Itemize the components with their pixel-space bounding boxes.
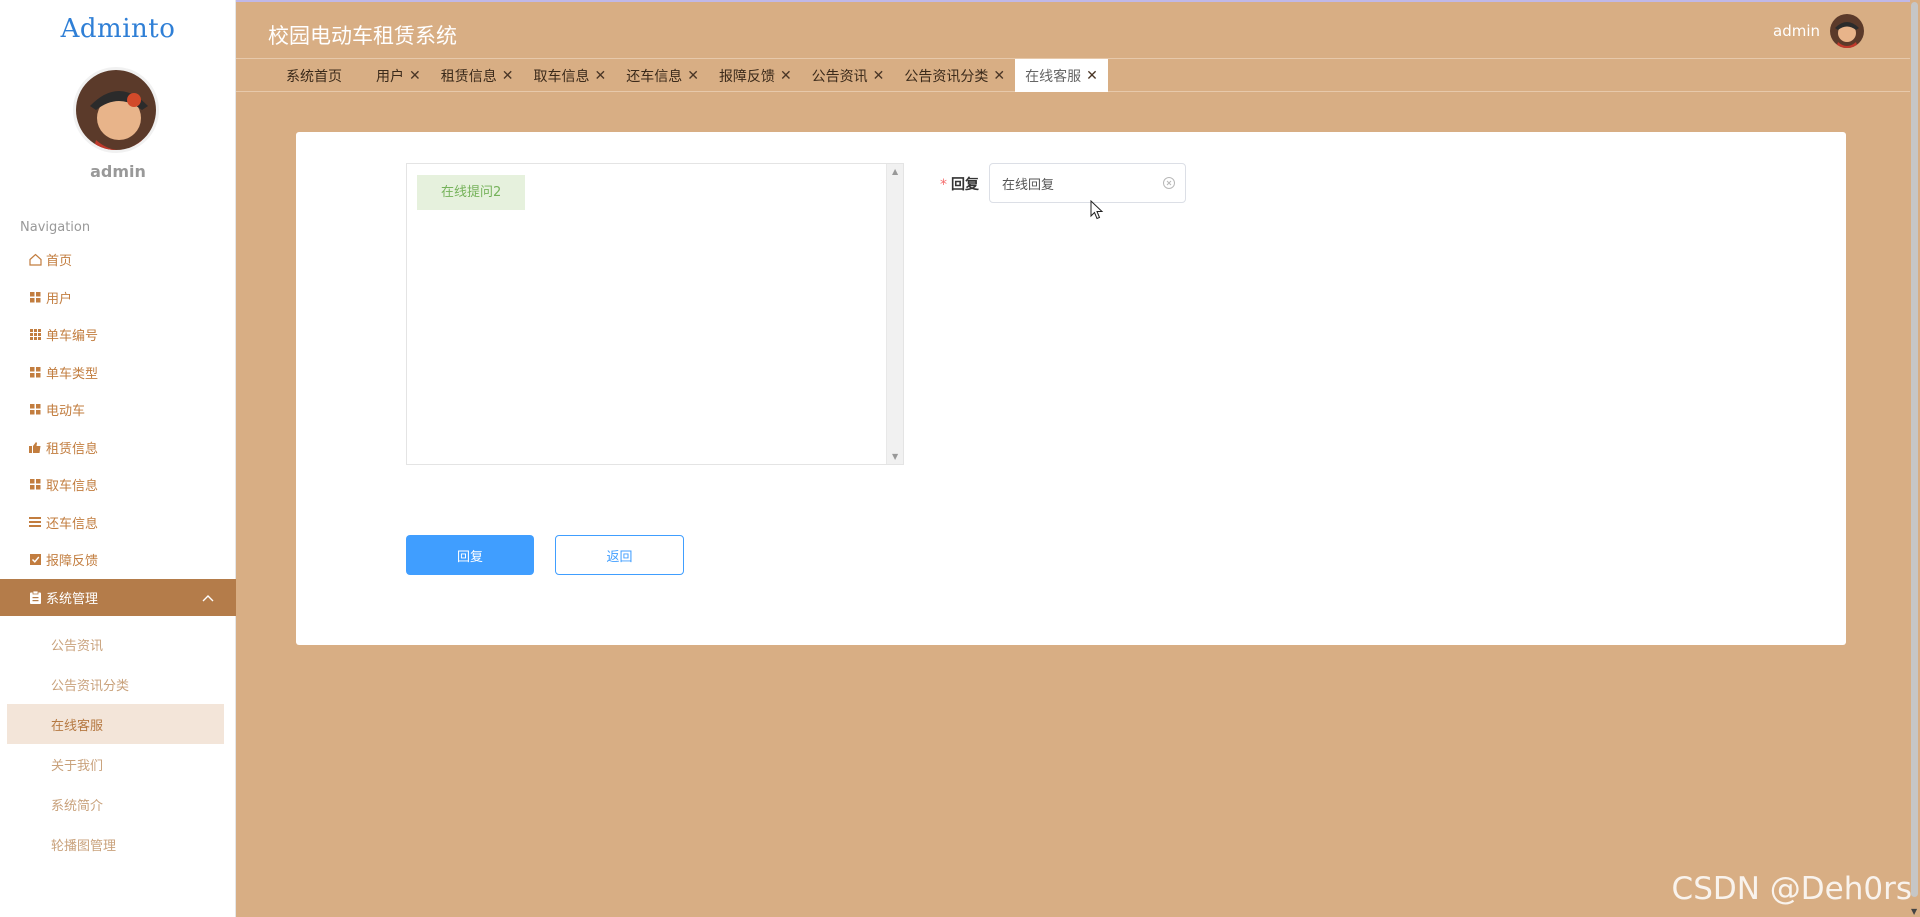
- tab-label: 还车信息: [626, 68, 683, 85]
- sidebar-item-label: 报障反馈: [46, 554, 99, 570]
- reply-form-card: 在线提问2 ▲ ▼ *回复 回复 返回: [296, 132, 1846, 645]
- tab-bar: 系统首页 用户 ✕ 租赁信息 ✕ 取车信息 ✕ 还车信息 ✕ 报障反馈 ✕ 公告资讯 ✕ 公…: [236, 58, 1910, 92]
- chat-message: 在线提问2: [417, 175, 526, 210]
- tab-fault-report[interactable]: 报障反馈 ✕: [709, 59, 802, 92]
- sidebar-item-label: 单车类型: [46, 366, 99, 382]
- grid-icon: [28, 290, 42, 304]
- page-title: 校园电动车租赁系统: [268, 24, 457, 48]
- mouse-cursor-icon: [1090, 199, 1104, 222]
- sidebar-username: admin: [90, 162, 146, 181]
- user-menu[interactable]: admin: [1773, 14, 1864, 48]
- tab-announcements[interactable]: 公告资讯 ✕: [802, 59, 895, 92]
- tab-label: 公告资讯: [811, 68, 868, 85]
- tab-announcement-categories[interactable]: 公告资讯分类 ✕: [894, 59, 1015, 92]
- tab-label: 系统首页: [286, 68, 342, 85]
- sidebar-item-label: 取车信息: [46, 479, 99, 495]
- reply-button[interactable]: 回复: [406, 535, 534, 575]
- tab-label: 取车信息: [533, 68, 590, 85]
- sidebar: Adminto admin Navigation 首页 用户 单车编号 单车类型: [0, 0, 236, 917]
- avatar[interactable]: [73, 67, 159, 153]
- sidebar-subitem-about-us[interactable]: 关于我们: [0, 744, 236, 784]
- close-icon[interactable]: ✕: [687, 68, 699, 84]
- reply-input[interactable]: [989, 163, 1186, 203]
- close-icon[interactable]: ✕: [993, 68, 1005, 84]
- sidebar-item-users[interactable]: 用户: [0, 279, 236, 317]
- close-icon[interactable]: ✕: [780, 68, 792, 84]
- grid-icon: [28, 478, 42, 492]
- sidebar-item-bike-number[interactable]: 单车编号: [0, 316, 236, 354]
- list-icon: [28, 515, 42, 529]
- home-icon: [28, 253, 42, 267]
- sidebar-item-label: 电动车: [46, 404, 86, 420]
- scrollbar-thumb[interactable]: [1911, 2, 1918, 897]
- grid9-icon: [28, 328, 42, 342]
- sidebar-item-label: 租赁信息: [46, 441, 99, 457]
- sidebar-item-pickup-info[interactable]: 取车信息: [0, 466, 236, 504]
- sidebar-item-home[interactable]: 首页: [0, 241, 236, 279]
- close-icon[interactable]: ✕: [873, 68, 885, 84]
- tab-home[interactable]: 系统首页: [266, 59, 366, 92]
- grid-icon: [28, 365, 42, 379]
- thumbs-up-icon: [28, 440, 42, 454]
- scroll-down-icon[interactable]: ▼: [892, 452, 898, 461]
- page-scrollbar[interactable]: ▼: [1910, 0, 1920, 917]
- tab-label: 用户: [376, 68, 404, 85]
- scroll-down-icon[interactable]: ▼: [1911, 907, 1917, 916]
- sidebar-item-label: 首页: [46, 254, 73, 270]
- sidebar-subitem-announcements[interactable]: 公告资讯: [0, 624, 236, 664]
- chevron-up-icon[interactable]: [202, 591, 214, 606]
- sidebar-subitem-online-service[interactable]: 在线客服: [7, 704, 224, 744]
- tab-rental-info[interactable]: 租赁信息 ✕: [431, 59, 524, 92]
- sidebar-item-e-bike[interactable]: 电动车: [0, 391, 236, 429]
- sidebar-subitem-system-intro[interactable]: 系统简介: [0, 784, 236, 824]
- sidebar-subitem-carousel-management[interactable]: 轮播图管理: [0, 824, 236, 864]
- close-icon[interactable]: ✕: [1086, 68, 1098, 84]
- sidebar-item-label: 还车信息: [46, 516, 99, 532]
- back-button[interactable]: 返回: [555, 535, 684, 575]
- sidebar-item-label: 用户: [46, 291, 73, 307]
- grid-icon: [28, 403, 42, 417]
- app-logo[interactable]: Adminto: [0, 14, 236, 44]
- check-square-icon: [28, 553, 42, 567]
- nav-section-title: Navigation: [20, 220, 91, 235]
- required-mark: *: [940, 177, 947, 193]
- tab-label: 租赁信息: [440, 68, 497, 85]
- tab-pickup-info[interactable]: 取车信息 ✕: [523, 59, 616, 92]
- sidebar-item-rental-info[interactable]: 租赁信息: [0, 429, 236, 467]
- clear-icon[interactable]: [1162, 175, 1176, 189]
- sidebar-item-system-management[interactable]: 系统管理: [0, 578, 236, 616]
- sidebar-nav: 首页 用户 单车编号 单车类型 电动车 租赁信息 取车信息 还车信息 报障反馈 …: [0, 241, 236, 616]
- tab-label: 报障反馈: [718, 68, 775, 85]
- close-icon[interactable]: ✕: [502, 68, 514, 84]
- chat-scrollbar[interactable]: ▲ ▼: [886, 164, 903, 464]
- clipboard-icon: [28, 590, 42, 604]
- scroll-up-icon[interactable]: ▲: [892, 167, 898, 176]
- tab-users[interactable]: 用户 ✕: [366, 59, 431, 92]
- sidebar-item-bike-type[interactable]: 单车类型: [0, 354, 236, 392]
- tab-online-service[interactable]: 在线客服 ✕: [1015, 59, 1108, 92]
- tab-return-info[interactable]: 还车信息 ✕: [616, 59, 709, 92]
- reply-label-text: 回复: [951, 177, 979, 193]
- avatar[interactable]: [1830, 14, 1864, 48]
- chat-history[interactable]: 在线提问2 ▲ ▼: [406, 163, 904, 465]
- close-icon[interactable]: ✕: [409, 68, 421, 84]
- top-bar: 校园电动车租赁系统 admin: [236, 0, 1920, 58]
- sidebar-item-label: 单车编号: [46, 329, 99, 345]
- reply-field-label: * 回复: [940, 174, 979, 194]
- sidebar-item-return-info[interactable]: 还车信息: [0, 504, 236, 542]
- top-username[interactable]: admin: [1773, 22, 1820, 40]
- tab-label: 公告资讯分类: [904, 68, 989, 85]
- sidebar-subitem-announcement-categories[interactable]: 公告资讯分类: [0, 664, 236, 704]
- sidebar-item-label: 系统管理: [46, 591, 99, 607]
- sidebar-submenu: 公告资讯 公告资讯分类 在线客服 关于我们 系统简介 轮播图管理: [0, 624, 236, 864]
- watermark: CSDN @Deh0rs: [1671, 871, 1912, 907]
- sidebar-item-fault-report[interactable]: 报障反馈: [0, 541, 236, 579]
- tab-label: 在线客服: [1025, 68, 1082, 85]
- close-icon[interactable]: ✕: [594, 68, 606, 84]
